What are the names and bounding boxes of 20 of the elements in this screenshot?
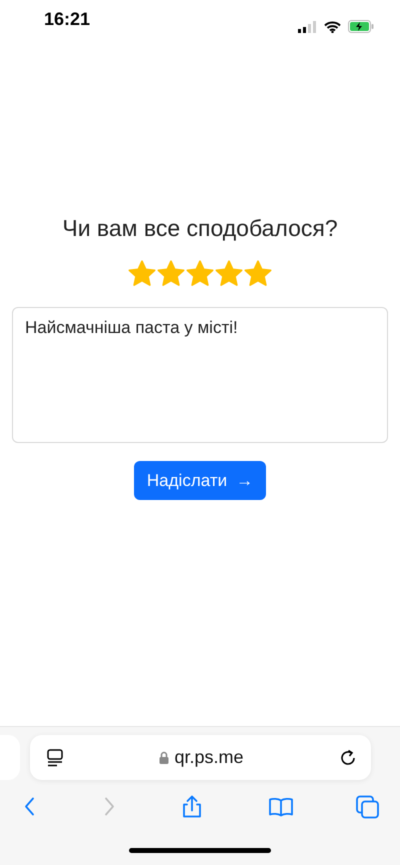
lock-icon [159, 751, 170, 764]
address-bar[interactable]: qr.ps.me [30, 735, 371, 780]
battery-icon [348, 20, 374, 33]
book-icon[interactable] [268, 795, 294, 819]
url-text: qr.ps.me [174, 747, 244, 768]
star-icon[interactable] [186, 260, 214, 287]
star-icon[interactable] [215, 260, 243, 287]
review-field[interactable]: Найсмачніша паста у місті! [12, 307, 388, 443]
feedback-title: Чи вам все сподобалося? [62, 215, 338, 242]
status-time: 16:21 [44, 9, 90, 30]
page-menu-icon[interactable] [46, 748, 64, 766]
tabs-icon[interactable] [356, 795, 380, 819]
star-icon[interactable] [128, 260, 156, 287]
star-icon[interactable] [157, 260, 185, 287]
signal-icon [298, 20, 317, 32]
reload-icon[interactable] [339, 748, 357, 766]
star-rating[interactable] [128, 260, 272, 287]
submit-button[interactable]: Надіслати → [134, 461, 266, 500]
wifi-icon [324, 20, 341, 32]
star-icon[interactable] [244, 260, 272, 287]
